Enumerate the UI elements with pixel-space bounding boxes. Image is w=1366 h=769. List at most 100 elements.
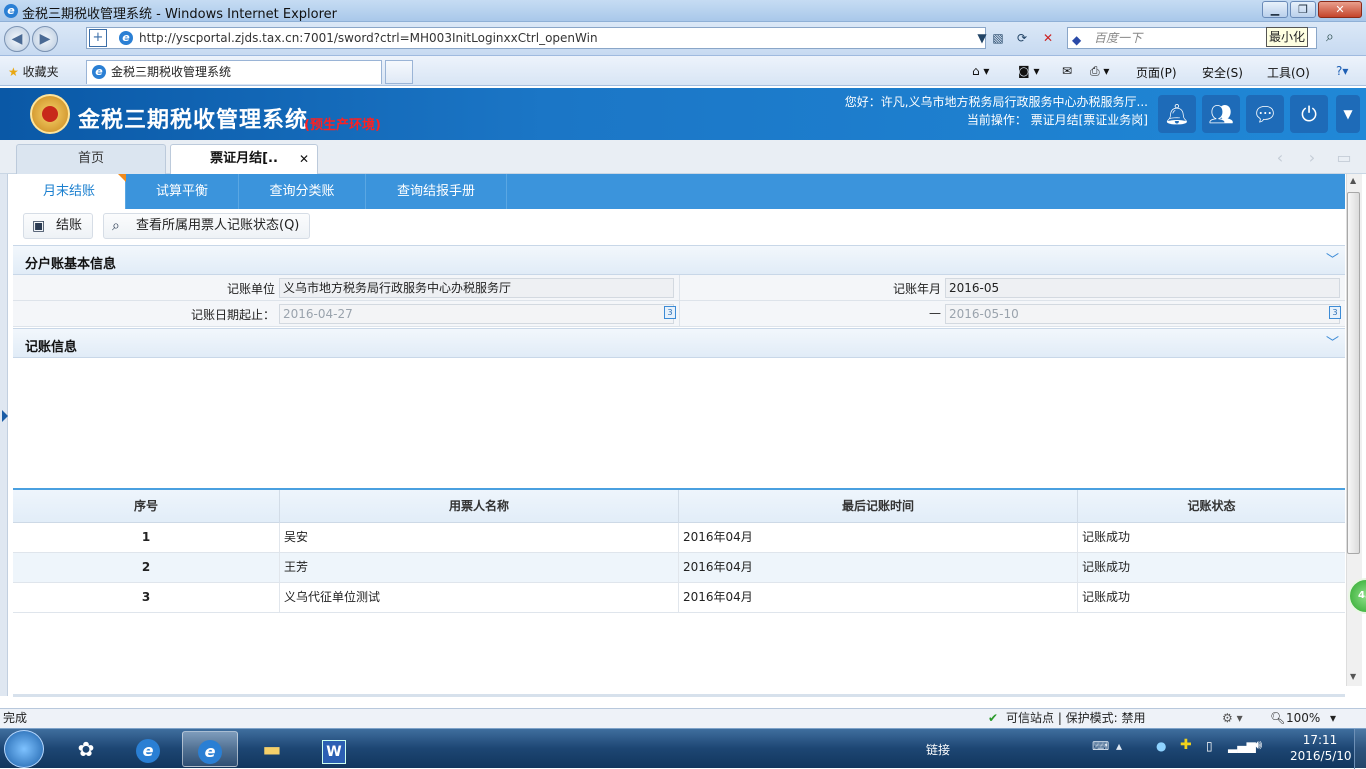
subtab-query-report-book[interactable]: 查询结报手册 xyxy=(366,174,507,209)
power-icon[interactable]: ⏻ xyxy=(1290,95,1328,133)
back-button[interactable]: ◀ xyxy=(4,26,30,52)
favorites-button[interactable]: ★ 收藏夹 xyxy=(8,63,59,80)
query-status-label: 查看所属用票人记账状态(Q) xyxy=(136,218,300,233)
cell-index: 2 xyxy=(13,553,280,582)
tray-plus-icon[interactable]: ✚ xyxy=(1180,737,1192,753)
close-tab-icon[interactable]: ✕ xyxy=(299,145,309,173)
month-label: 记账年月 xyxy=(892,282,941,296)
scroll-up-icon[interactable]: ▲ xyxy=(1350,176,1356,185)
app-launcher-icon[interactable]: ✿ xyxy=(58,731,114,767)
basic-info-header[interactable]: 分户账基本信息 ﹀ xyxy=(13,245,1345,275)
unit-field[interactable]: 义乌市地方税务局行政服务中心办税服务厅 xyxy=(279,278,674,298)
date-to-field[interactable]: 2016-05-10 xyxy=(945,304,1340,324)
url-text: http://yscportal.zjds.tax.cn:7001/sword?… xyxy=(139,31,598,45)
ie-taskbar-icon[interactable]: e xyxy=(120,731,176,767)
stop-icon[interactable]: ✕ xyxy=(1038,28,1058,48)
form-row-dates: 记账日期起止： 2016-04-27 3 — 2016-05-10 3 xyxy=(13,301,1345,327)
start-button[interactable] xyxy=(4,730,44,768)
unit-label: 记账单位 xyxy=(226,282,275,296)
minimize-button[interactable]: ▁ xyxy=(1262,1,1288,18)
subtab-trial-balance[interactable]: 试算平衡 xyxy=(126,174,239,209)
subtab-month-end-settle[interactable]: 月末结账 xyxy=(13,174,126,209)
refresh-icon[interactable]: ⟳ xyxy=(1012,28,1032,48)
network-icon[interactable]: ▂▄▆ xyxy=(1228,739,1256,753)
baidu-icon: ◆ xyxy=(1072,33,1082,47)
clock-date: 2016/5/10 xyxy=(1290,749,1352,763)
col-header-status[interactable]: 记账状态 xyxy=(1078,490,1345,523)
divider xyxy=(679,301,680,327)
header-dropdown-icon[interactable]: ▼ xyxy=(1336,95,1360,133)
table-row[interactable]: 2 王芳 2016年04月 记账成功 xyxy=(13,553,1345,583)
browser-tab-title: 金税三期税收管理系统 xyxy=(111,65,232,79)
ie-active-window[interactable]: e xyxy=(182,731,238,767)
tab-ticket-monthly-label: 票证月结[.. xyxy=(210,151,278,166)
tray-device-icon[interactable]: ▯ xyxy=(1206,739,1213,753)
forward-button[interactable]: ▶ xyxy=(32,26,58,52)
safety-menu[interactable]: 安全(S) xyxy=(1202,64,1243,81)
record-info-header[interactable]: 记账信息 ﹀ xyxy=(13,328,1345,358)
active-corner-marker xyxy=(118,174,126,182)
browser-tab[interactable]: e 金税三期税收管理系统 xyxy=(86,60,382,84)
page-menu[interactable]: 页面(P) xyxy=(1136,64,1177,81)
security-zone[interactable]: 可信站点 | 保护模式: 禁用 xyxy=(1006,709,1146,728)
clock[interactable]: 17:11 2016/5/10 xyxy=(1290,732,1352,764)
links-toolbar[interactable]: 链接 xyxy=(926,741,950,758)
expand-arrow-icon[interactable] xyxy=(2,410,8,422)
settings-icon[interactable]: ⚙ ▾ xyxy=(1222,709,1243,728)
scrollbar-thumb[interactable] xyxy=(1347,192,1360,554)
col-header-index[interactable]: 序号 xyxy=(13,490,280,523)
calendar-icon[interactable]: 3 xyxy=(1329,306,1341,319)
basic-info-title: 分户账基本信息 xyxy=(25,257,117,272)
table-row[interactable]: 3 义乌代征单位测试 2016年04月 记账成功 xyxy=(13,583,1345,613)
tools-menu[interactable]: 工具(O) xyxy=(1267,64,1310,81)
table-row[interactable]: 1 吴安 2016年04月 记账成功 xyxy=(13,523,1345,553)
url-input[interactable]: + e http://yscportal.zjds.tax.cn:7001/sw… xyxy=(86,27,986,49)
volume-icon[interactable]: 🔊︎ xyxy=(1254,738,1262,753)
bell-icon[interactable]: 🔔︎ xyxy=(1158,95,1196,133)
tab-home[interactable]: 首页 xyxy=(16,144,166,174)
left-collapse-strip[interactable] xyxy=(0,174,8,696)
maximize-button[interactable]: ❐ xyxy=(1290,1,1316,18)
col-header-last-time[interactable]: 最后记账时间 xyxy=(679,490,1078,523)
word-icon[interactable]: W xyxy=(306,731,362,767)
collapse-chevron-icon[interactable]: ﹀ xyxy=(1326,332,1339,351)
close-window-button[interactable]: ✕ xyxy=(1318,1,1362,18)
new-tab-button[interactable] xyxy=(385,60,413,84)
user-greeting: 您好：许凡,义乌市地方税务局行政服务中心办税服务厅... 当前操作： 票证月结[… xyxy=(845,93,1148,129)
zoom-dropdown-icon[interactable]: ▾ xyxy=(1330,709,1336,728)
tab-ticket-monthly[interactable]: 票证月结[.. ✕ xyxy=(170,144,318,174)
folder-icon[interactable]: ▬ xyxy=(244,731,300,767)
scroll-down-icon[interactable]: ▼ xyxy=(1350,672,1356,681)
users-icon[interactable]: 👥︎ xyxy=(1202,95,1240,133)
keyboard-icon[interactable]: ⌨ xyxy=(1092,739,1109,753)
page-ie-icon: e xyxy=(119,31,133,45)
calendar-icon[interactable]: 3 xyxy=(664,306,676,319)
col-header-name[interactable]: 用票人名称 xyxy=(280,490,679,523)
status-bar: 完成 ✔ 可信站点 | 保护模式: 禁用 ⚙ ▾ 🔍︎ 100% ▾ xyxy=(0,708,1366,728)
subtab-query-ledger[interactable]: 查询分类账 xyxy=(239,174,366,209)
chat-icon[interactable]: 💬︎ xyxy=(1246,95,1284,133)
tray-app-icon[interactable]: ● xyxy=(1156,739,1166,753)
feeds-icon[interactable]: ◙ ▾ xyxy=(1018,64,1039,78)
tab-maximize-icon[interactable]: ▭ xyxy=(1330,146,1358,170)
search-icon[interactable]: ⌕ xyxy=(1326,29,1334,45)
home-icon[interactable]: ⌂ ▾ xyxy=(972,64,989,78)
compat-view-icon[interactable]: ▧ xyxy=(988,28,1008,48)
tab-next-icon[interactable]: › xyxy=(1298,146,1326,170)
collapse-chevron-icon[interactable]: ﹀ xyxy=(1326,249,1339,268)
print-icon[interactable]: ⎙ ▾ xyxy=(1090,64,1109,79)
help-icon[interactable]: ?▾ xyxy=(1336,64,1348,78)
tray-arrow-icon[interactable]: ▴ xyxy=(1116,739,1122,753)
content-bottom-border xyxy=(13,694,1345,697)
add-tab-icon[interactable]: + xyxy=(89,29,107,47)
mail-icon[interactable]: ✉ xyxy=(1062,64,1072,78)
settle-button[interactable]: ▣ 结账 xyxy=(23,213,94,239)
tab-prev-icon[interactable]: ‹ xyxy=(1266,146,1294,170)
month-field[interactable]: 2016-05 xyxy=(945,278,1340,298)
zoom-level[interactable]: 100% xyxy=(1286,709,1320,728)
show-desktop-button[interactable] xyxy=(1354,729,1366,769)
cell-last-time: 2016年04月 xyxy=(679,523,1078,552)
cell-status: 记账成功 xyxy=(1082,590,1131,604)
date-from-field[interactable]: 2016-04-27 xyxy=(279,304,674,324)
query-status-button[interactable]: ⌕ 查看所属用票人记账状态(Q) xyxy=(103,213,311,239)
